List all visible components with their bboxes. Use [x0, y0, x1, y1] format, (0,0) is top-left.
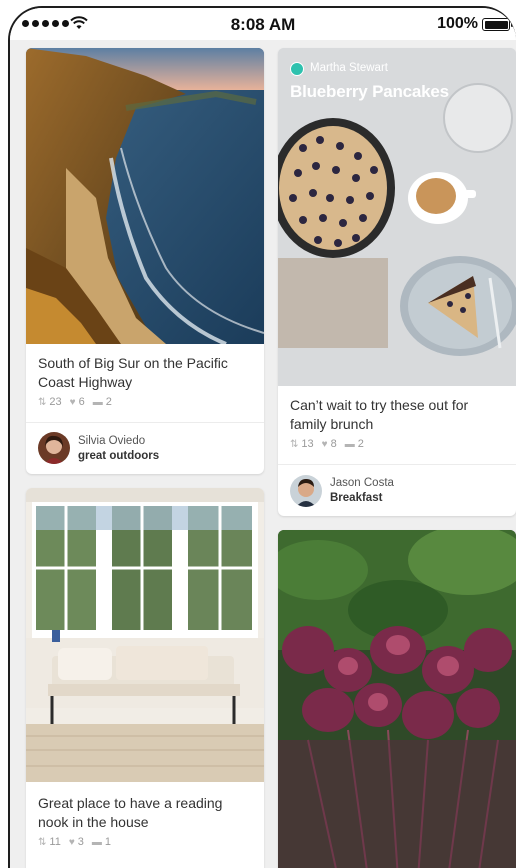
like-count-value: 6	[78, 396, 85, 408]
battery-percent: 100%	[437, 15, 478, 32]
like-count: ♥ 3	[69, 836, 84, 848]
pin-title: Blueberry Pancakes	[290, 82, 449, 101]
pin-description: Can’t wait to try these out for family b…	[290, 397, 469, 432]
pin-card[interactable]: South of Big Sur on the Pacific Coast Hi…	[26, 48, 264, 474]
repin-count: ⇅ 23	[38, 396, 62, 408]
repin-count-value: 11	[49, 836, 61, 848]
avatar[interactable]	[290, 475, 322, 507]
comment-count: ▬ 2	[93, 396, 112, 408]
comment-count: ▬ 1	[92, 836, 111, 848]
divider	[26, 422, 264, 423]
pin-card[interactable]: Great place to have a reading nook in th…	[26, 488, 264, 868]
like-count-value: 3	[77, 836, 84, 848]
comment-count-value: 2	[357, 438, 364, 450]
comment-count-value: 1	[104, 836, 111, 848]
repin-count-value: 23	[49, 396, 62, 408]
pin-icon: ⇅	[38, 396, 47, 408]
comment-icon: ▬	[91, 836, 102, 848]
comment-icon: ▬	[92, 396, 103, 408]
phone-frame: 8:08 AM 100% South of Big Sur on the Pac…	[8, 6, 516, 868]
pinner-name[interactable]: Jason Costa	[330, 476, 394, 491]
pin-stats: ⇅ 13 ♥ 8 ▬ 2	[290, 438, 364, 450]
pin-image[interactable]	[26, 488, 264, 782]
pin-card[interactable]	[278, 530, 516, 868]
pin-description: Great place to have a reading nook in th…	[38, 795, 223, 830]
pin-source[interactable]: Martha Stewart	[310, 62, 388, 74]
pin-image[interactable]	[26, 48, 264, 344]
pin-stats: ⇅ 11 ♥ 3 ▬ 1	[38, 836, 111, 848]
comment-count: ▬ 2	[345, 438, 364, 450]
repin-count: ⇅ 13	[290, 438, 314, 450]
avatar[interactable]	[38, 432, 70, 464]
repin-count: ⇅ 11	[38, 836, 61, 848]
pin-icon: ⇅	[38, 836, 47, 848]
comment-icon: ▬	[344, 438, 355, 450]
like-count: ♥ 6	[70, 396, 85, 408]
battery-icon	[482, 18, 513, 31]
status-bar: 8:08 AM 100%	[10, 8, 516, 40]
like-count-value: 8	[330, 438, 337, 450]
pin-icon: ⇅	[290, 438, 299, 450]
source-badge[interactable]	[290, 62, 304, 76]
pin-image[interactable]	[278, 530, 516, 868]
like-count: ♥ 8	[322, 438, 337, 450]
repin-count-value: 13	[301, 438, 314, 450]
pin-card[interactable]: Martha Stewart Blueberry Pancakes Can’t …	[278, 48, 516, 516]
board-name[interactable]: Breakfast	[330, 491, 382, 506]
pin-description: South of Big Sur on the Pacific Coast Hi…	[38, 355, 228, 390]
heart-icon: ♥	[69, 396, 76, 408]
board-name[interactable]: great outdoors	[78, 449, 159, 464]
comment-count-value: 2	[105, 396, 112, 408]
heart-icon: ♥	[321, 438, 328, 450]
pin-stats: ⇅ 23 ♥ 6 ▬ 2	[38, 396, 112, 408]
heart-icon: ♥	[68, 836, 75, 848]
pinner-name[interactable]: Silvia Oviedo	[78, 434, 145, 449]
divider	[278, 464, 516, 465]
